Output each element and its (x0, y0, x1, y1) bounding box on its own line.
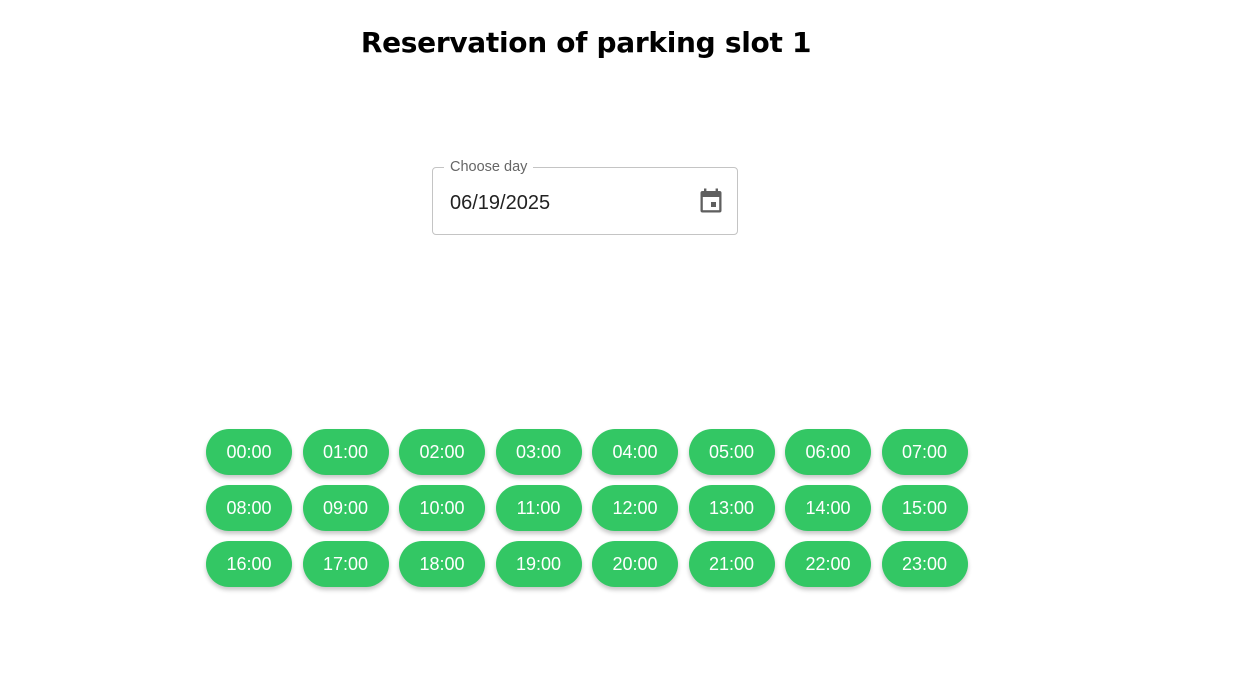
time-slot-button[interactable]: 21:00 (688, 541, 775, 587)
time-slot-button[interactable]: 11:00 (495, 485, 582, 531)
time-slot-button[interactable]: 12:00 (592, 485, 678, 531)
time-slot-grid: 00:00 01:00 02:00 03:00 04:00 05:00 06:00 07:00… (206, 429, 976, 587)
time-slot-button[interactable]: 09:00 (302, 485, 389, 531)
calendar-icon (700, 188, 722, 213)
time-slot-button[interactable]: 20:00 (592, 541, 678, 587)
page-title: Reservation of parking slot 1 (360, 26, 812, 59)
calendar-button[interactable] (698, 188, 724, 214)
time-slot-button[interactable]: 18:00 (399, 541, 485, 587)
time-slot-button[interactable]: 01:00 (302, 429, 389, 475)
date-picker-field[interactable]: Choose day 06/19/2025 (432, 159, 738, 235)
time-slot-button[interactable]: 10:00 (399, 485, 485, 531)
date-picker-value[interactable]: 06/19/2025 (450, 191, 550, 215)
time-slot-button[interactable]: 05:00 (688, 429, 775, 475)
time-slot-button[interactable]: 14:00 (785, 485, 871, 531)
time-slot-button[interactable]: 15:00 (881, 485, 968, 531)
time-slot-button[interactable]: 03:00 (495, 429, 582, 475)
time-slot-button[interactable]: 04:00 (592, 429, 678, 475)
time-slot-button[interactable]: 17:00 (302, 541, 389, 587)
time-slot-button[interactable]: 16:00 (206, 541, 292, 587)
time-slot-button[interactable]: 00:00 (206, 429, 292, 475)
time-slot-button[interactable]: 08:00 (206, 485, 292, 531)
time-slot-button[interactable]: 13:00 (688, 485, 775, 531)
time-slot-button[interactable]: 07:00 (881, 429, 968, 475)
date-picker-label: Choose day (444, 159, 534, 175)
time-slot-button[interactable]: 23:00 (881, 541, 968, 587)
time-slot-button[interactable]: 06:00 (785, 429, 871, 475)
time-slot-button[interactable]: 19:00 (495, 541, 582, 587)
time-slot-button[interactable]: 02:00 (399, 429, 485, 475)
time-slot-button[interactable]: 22:00 (785, 541, 871, 587)
